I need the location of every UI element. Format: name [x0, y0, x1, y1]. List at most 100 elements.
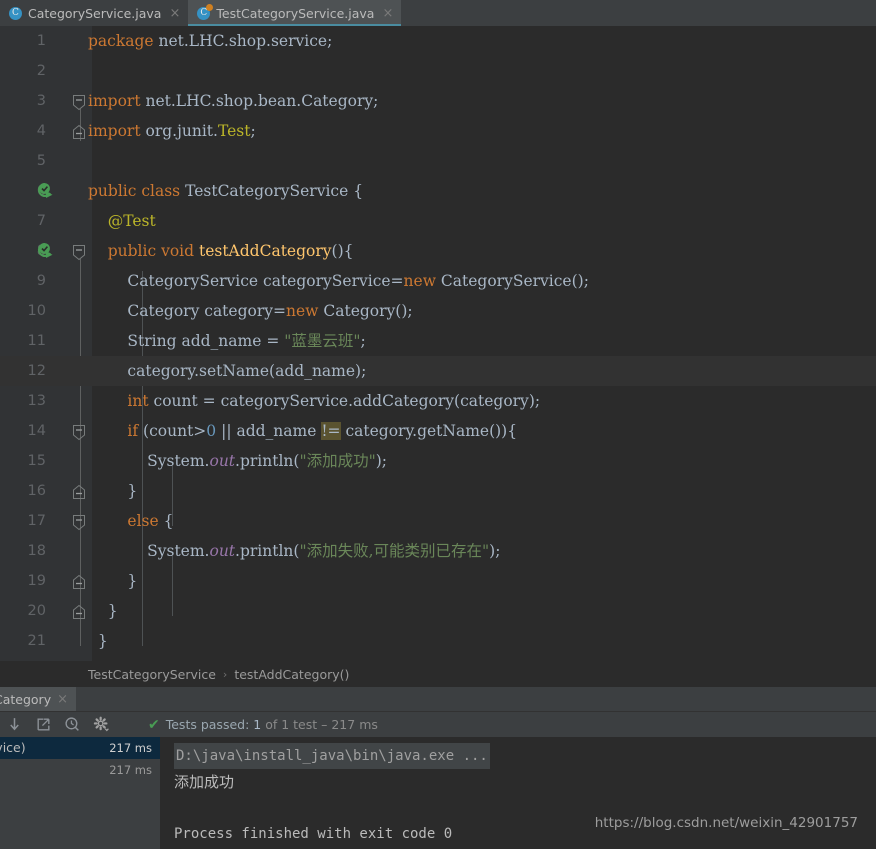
code-token: CategoryService categoryService=	[88, 272, 404, 290]
code-line[interactable]: 17 else {	[0, 506, 876, 536]
line-number: 4	[36, 123, 46, 139]
scroll-down-icon[interactable]	[6, 716, 23, 733]
code-line[interactable]: 3 import net.LHC.shop.bean.Category;	[0, 86, 876, 116]
code-token: }	[88, 632, 108, 650]
test-tree-row[interactable]: .shop.service) 217 ms	[0, 737, 160, 759]
code-token: "添加失败,可能类别已存在"	[299, 542, 490, 560]
code-line[interactable]: 15 System.out.println("添加成功");	[0, 446, 876, 476]
code-token: new	[286, 302, 324, 320]
line-number: 10	[27, 303, 46, 319]
run-content: .shop.service) 217 ms 217 ms D:\java\insta…	[0, 737, 876, 849]
code-text: else {	[88, 506, 173, 536]
close-icon[interactable]: ×	[382, 7, 393, 20]
code-line[interactable]: 11 String add_name = "蓝墨云班";	[0, 326, 876, 356]
breadcrumb-method[interactable]: testAddCategory()	[234, 667, 349, 682]
line-number: 3	[36, 93, 46, 109]
code-token: net.LHC.shop.service;	[158, 32, 333, 50]
editor-tab-test-category-service[interactable]: C TestCategoryService.java ×	[188, 0, 402, 26]
code-token: net.LHC.shop.bean.Category;	[145, 92, 379, 110]
settings-gear-icon[interactable]	[93, 716, 110, 733]
code-line[interactable]: 5	[0, 146, 876, 176]
code-token: (){	[331, 242, 354, 260]
line-number: 19	[27, 573, 46, 589]
code-token: public void	[107, 242, 199, 260]
code-token: "蓝墨云班"	[284, 332, 361, 350]
code-line[interactable]: 8 public void testAddCategory(){	[0, 236, 876, 266]
console-output[interactable]: D:\java\install_java\bin\java.exe ... 添加成…	[160, 737, 876, 849]
line-number: 14	[27, 423, 46, 439]
code-token: "添加成功"	[299, 452, 376, 470]
code-line[interactable]: 13 int count = categoryService.addCatego…	[0, 386, 876, 416]
code-token: org.junit.	[145, 122, 218, 140]
code-line[interactable]: 7 @Test	[0, 206, 876, 236]
test-tree-row[interactable]: 217 ms	[0, 759, 160, 781]
code-token: if	[127, 422, 144, 440]
test-duration: 217 ms	[109, 763, 152, 777]
code-line[interactable]: 16 }	[0, 476, 876, 506]
code-line[interactable]: 12 category.setName(add_name);	[0, 356, 876, 386]
export-icon[interactable]	[35, 716, 52, 733]
code-token: || add_name	[216, 422, 322, 440]
code-token: category.setName(add_name);	[88, 362, 367, 380]
code-token: System.	[88, 452, 210, 470]
code-line[interactable]: 14 if (count>0 || add_name != category.g…	[0, 416, 876, 446]
code-token: out	[209, 542, 236, 560]
code-token: category.getName()){	[340, 422, 518, 440]
code-text: public void testAddCategory(){	[88, 236, 354, 266]
run-tab-category[interactable]: Category ×	[0, 687, 77, 711]
close-icon[interactable]: ×	[57, 692, 68, 707]
breadcrumb-class[interactable]: TestCategoryService	[88, 667, 216, 682]
code-lines[interactable]: 1 package net.LHC.shop.service; 2 3 import n…	[0, 26, 876, 661]
console-line: D:\java\install_java\bin\java.exe ...	[174, 743, 490, 769]
line-number: 12	[27, 363, 46, 379]
chevron-right-icon: ›	[222, 667, 228, 681]
code-text: import org.junit.Test;	[88, 116, 256, 146]
line-number: 16	[27, 483, 46, 499]
code-editor[interactable]: 1 package net.LHC.shop.service; 2 3 import n…	[0, 26, 876, 661]
code-line[interactable]: 9 CategoryService categoryService=new Ca…	[0, 266, 876, 296]
code-line[interactable]: 4 import org.junit.Test;	[0, 116, 876, 146]
code-line[interactable]: 20 }	[0, 596, 876, 626]
editor-tab-label: TestCategoryService.java	[216, 5, 375, 21]
test-results-tree[interactable]: .shop.service) 217 ms 217 ms	[0, 737, 160, 849]
code-text: @Test	[88, 206, 156, 236]
code-text: }	[88, 566, 137, 596]
code-token: !=	[321, 422, 341, 440]
code-token: );	[489, 542, 501, 560]
code-line[interactable]: 2	[0, 56, 876, 86]
code-line[interactable]: 18 System.out.println("添加失败,可能类别已存在");	[0, 536, 876, 566]
line-number: 21	[27, 633, 46, 649]
search-history-icon[interactable]	[64, 716, 81, 733]
code-line[interactable]: 21 }	[0, 626, 876, 656]
code-token: CategoryService();	[440, 272, 589, 290]
status-dash: –	[321, 717, 332, 732]
code-line[interactable]: 19 }	[0, 566, 876, 596]
code-token: }	[88, 602, 118, 620]
code-token: import	[88, 92, 146, 110]
editor-tab-category-service[interactable]: C CategoryService.java ×	[0, 0, 189, 26]
code-token: String add_name =	[88, 332, 285, 350]
line-number: 2	[36, 63, 46, 79]
console-line: 添加成功	[174, 773, 235, 791]
code-token: package	[88, 32, 159, 50]
run-test-gutter-icon[interactable]	[34, 240, 56, 262]
run-toolbar: ✔ Tests passed: 1 of 1 test – 217 ms	[0, 711, 876, 737]
code-line[interactable]: 1 package net.LHC.shop.service;	[0, 26, 876, 56]
console-line: Process finished with exit code 0	[174, 826, 453, 842]
line-number: 13	[27, 393, 46, 409]
run-test-gutter-icon[interactable]	[34, 180, 56, 202]
breadcrumb[interactable]: TestCategoryService › testAddCategory()	[0, 661, 876, 687]
code-line[interactable]: 6public class TestCategoryService {	[0, 176, 876, 206]
line-number: 1	[36, 33, 46, 49]
code-token: else	[127, 512, 164, 530]
code-line[interactable]: 10 Category category=new Category();	[0, 296, 876, 326]
tests-total-label: of 1 test	[261, 717, 322, 732]
code-token: .println(	[235, 542, 300, 560]
close-icon[interactable]: ×	[169, 7, 180, 20]
code-token: ;	[360, 332, 366, 350]
code-text: int count = categoryService.addCategory(…	[88, 386, 540, 416]
line-number: 11	[27, 333, 46, 349]
code-text: }	[88, 476, 137, 506]
